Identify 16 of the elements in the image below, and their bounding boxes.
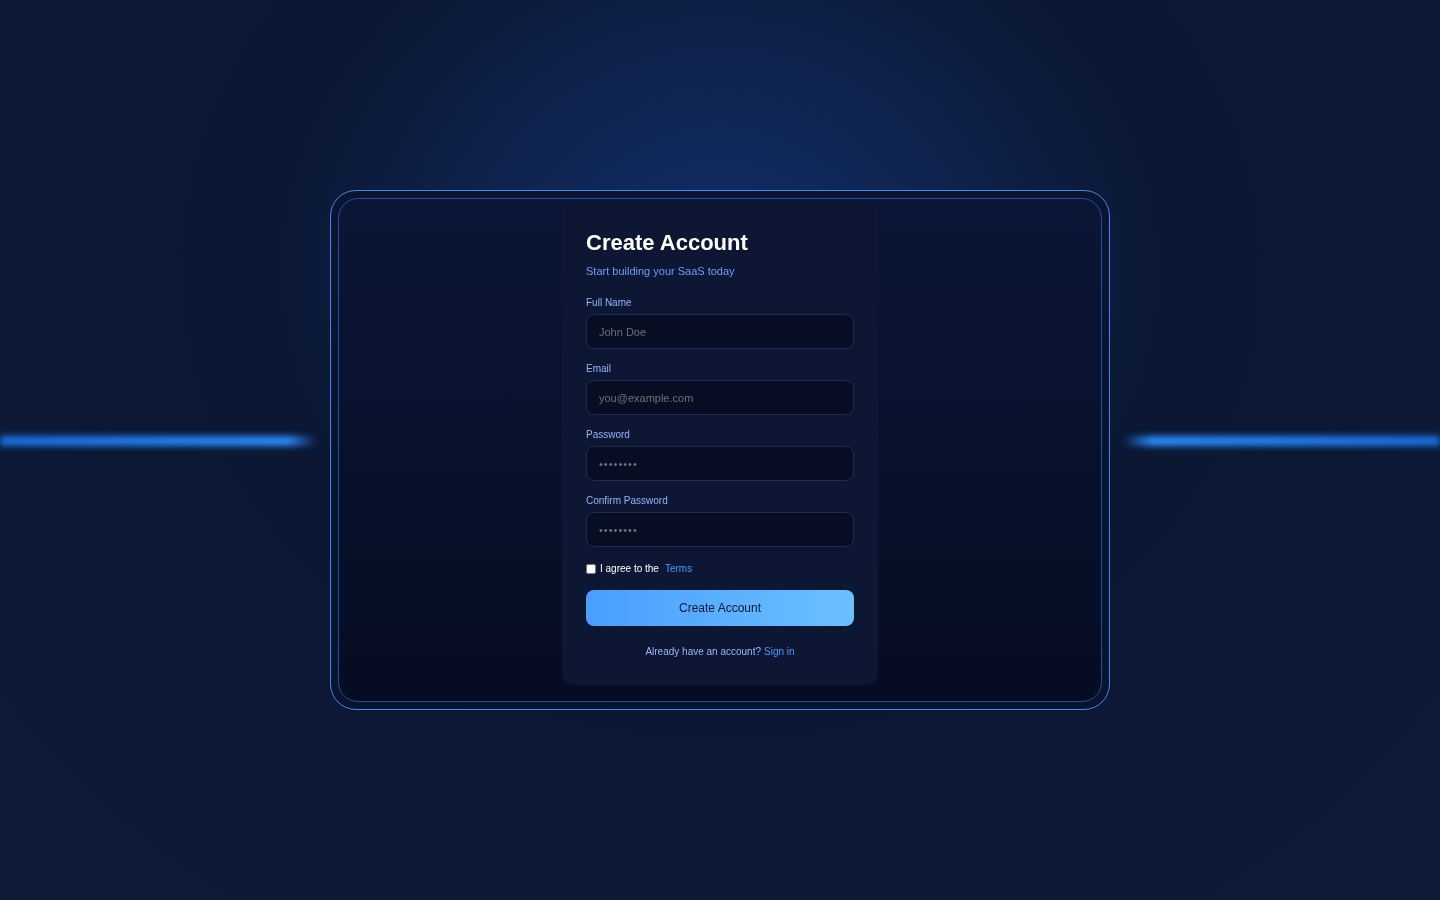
field-label: Password	[586, 428, 631, 442]
terms-label: I agree to the	[600, 562, 659, 576]
terms-checkbox[interactable]	[586, 563, 596, 574]
field-label: Full Name	[586, 296, 633, 310]
input-field[interactable]: ••••••••	[586, 512, 854, 547]
footer-text: Already have an account?	[645, 645, 762, 659]
input-field[interactable]: ••••••••	[586, 446, 854, 481]
terms-link[interactable]: Terms	[664, 561, 693, 576]
create-account-button[interactable]: Create Account	[586, 590, 854, 626]
form-subtitle: Start building your SaaS today	[586, 263, 736, 279]
input-field[interactable]: you@example.com	[586, 380, 854, 415]
sign-in-link[interactable]: Sign in	[764, 644, 795, 659]
input-field[interactable]: John Doe	[586, 314, 854, 349]
form-title: Create Account	[586, 229, 749, 257]
field-label: Confirm Password	[586, 494, 669, 508]
field-label: Email	[586, 362, 612, 376]
